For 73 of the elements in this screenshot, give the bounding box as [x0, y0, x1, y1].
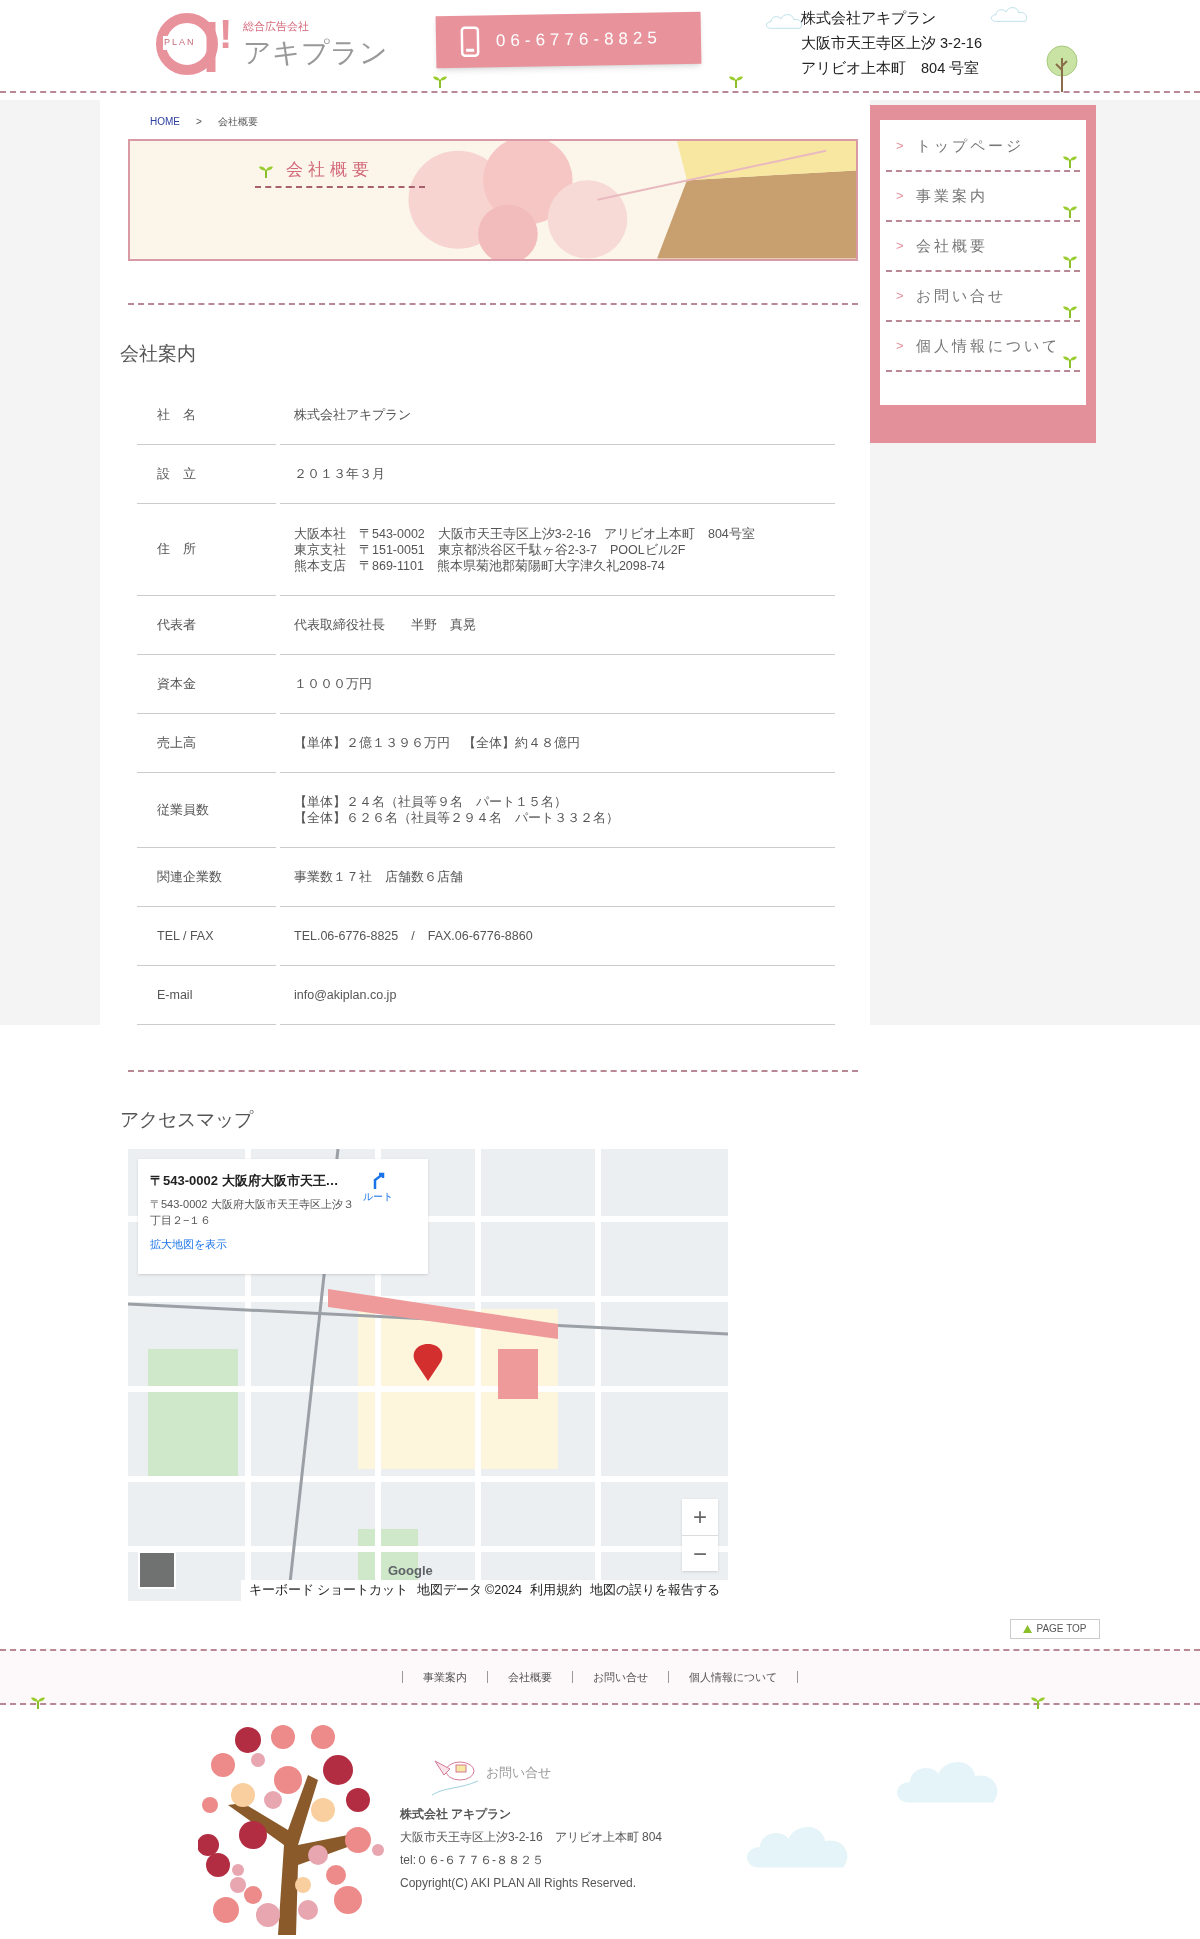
row-label: 従業員数 [157, 801, 209, 819]
row-label: 代表者 [157, 616, 196, 634]
sidebar-marker: > [896, 187, 904, 206]
map-card-address: 〒543-0002 大阪府大阪市天王寺区上汐３丁目２−１６ [150, 1197, 355, 1228]
page-top-button[interactable]: PAGE TOP [1010, 1618, 1100, 1639]
logo-exclaim: ! [219, 14, 233, 54]
row-label: 住 所 [157, 541, 196, 559]
sidebar-link[interactable]: 事業案内 [915, 184, 988, 208]
map-card-title: 〒543-0002 大阪府大阪市天王… [150, 1171, 340, 1190]
row-label: 資本金 [157, 675, 196, 693]
row-label: 社 名 [157, 406, 196, 424]
row-label: 売上高 [157, 734, 196, 752]
row-value: 熊本支店 〒869-1101 熊本県菊池郡菊陽町大字津久礼2098-74 [294, 557, 666, 574]
sidebar-link[interactable]: お問い合せ [915, 284, 1006, 308]
sidebar-marker: > [896, 337, 904, 356]
sidebar-link[interactable]: トップページ [915, 134, 1024, 158]
logo-name: アキプラン [243, 35, 388, 70]
triangle-up-icon [1023, 1624, 1033, 1633]
google-logo: Google [388, 1562, 433, 1580]
map-attribution-link[interactable]: 地図データ ©2024 [416, 1580, 522, 1600]
logo-tagline: 総合広告会社 [243, 19, 310, 35]
smartphone-icon [459, 25, 481, 58]
footer-nav-link[interactable]: 事業案内 [402, 1670, 488, 1683]
sidebar-link[interactable]: 会社概要 [915, 234, 988, 258]
map-attribution-link[interactable]: 利用規約 [530, 1580, 582, 1600]
header-address-line: アリビオ上本町 804 号室 [801, 58, 981, 78]
tree-icon [1045, 44, 1079, 92]
row-value: 【単体】２億１３９６万円 【全体】約４８億円 [294, 735, 581, 751]
cloud-icon [990, 4, 1030, 24]
row-label: 設 立 [157, 465, 196, 483]
footer-nav-link[interactable]: 会社概要 [488, 1670, 573, 1683]
sidebar-link[interactable]: 個人情報について [915, 334, 1060, 358]
route-link[interactable]: ルート [363, 1170, 393, 1262]
footer-nav-link[interactable]: お問い合せ [573, 1670, 669, 1683]
footer-address: 大阪市天王寺区上汐3-2-16 アリビオ上本町 804 [400, 1828, 663, 1846]
phone-number: 06-6776-8825 [495, 27, 663, 53]
header-address-line: 大阪市天王寺区上汐 3-2-16 [801, 33, 982, 53]
row-value: 大阪本社 〒543-0002 大阪市天王寺区上汐3-2-16 アリビオ上本町 804号室 [294, 525, 756, 542]
row-value: １０００万円 [294, 676, 373, 692]
sidebar-marker: > [896, 137, 904, 156]
row-value: 【全体】６２６名（社員等２９４名 パート３３２名） [294, 810, 620, 826]
row-value: 事業数１７社 店舗数６店舗 [294, 869, 464, 885]
footer-nav-link[interactable]: 個人情報について [669, 1670, 798, 1683]
row-label: E-mail [157, 986, 193, 1004]
section-heading: アクセスマップ [120, 1108, 255, 1132]
satellite-toggle[interactable] [138, 1550, 176, 1589]
breadcrumb-separator: > [196, 115, 202, 129]
larger-map-link[interactable]: 拡大地図を表示 [150, 1236, 355, 1253]
section-heading: 会社案内 [120, 341, 197, 366]
footer-tel: tel:０６-６７７６-８８２５ [400, 1851, 545, 1869]
row-value: info@akiplan.co.jp [294, 987, 398, 1003]
row-value: 東京支社 〒151-0051 東京都渋谷区千駄ヶ谷2-3-7 POOLビル2F [294, 541, 687, 558]
row-value: TEL.06-6776-8825 / FAX.06-6776-8860 [294, 928, 534, 944]
header-address-line: 株式会社アキプラン [801, 9, 937, 28]
row-value: 株式会社アキプラン [294, 407, 412, 423]
map[interactable]: 〒543-0002 大阪府大阪市天王… 〒543-0002 大阪府大阪市天王寺区上汐３丁目２−１６ 拡大地図を表示 ルート + − Google キーボード ショートカット 地図データ ©2024 利用規約 地図の誤りを報告する [128, 1148, 728, 1601]
sidebar-marker: > [896, 237, 904, 256]
row-value: 【単体】２４名（社員等９名 パート１５名） [294, 794, 568, 810]
zoom-in-button[interactable]: + [682, 1498, 718, 1535]
breadcrumb-current: 会社概要 [217, 115, 258, 129]
row-value: 代表取締役社長 半野 真晃 [294, 617, 477, 633]
breadcrumb-link[interactable]: HOME [150, 114, 180, 129]
footer-company-name: 株式会社 アキプラン [400, 1805, 513, 1823]
banner-title: 会社概要 [286, 159, 374, 181]
map-attribution-link[interactable]: キーボード ショートカット [249, 1580, 409, 1600]
sidebar-marker: > [896, 287, 904, 306]
copyright: Copyright(C) AKI PLAN All Rights Reserved. [400, 1874, 638, 1892]
logo-ring-icon [155, 12, 219, 76]
row-value: ２０１３年３月 [294, 466, 386, 482]
map-attribution-link[interactable]: 地図の誤りを報告する [590, 1580, 720, 1600]
row-label: TEL / FAX [157, 927, 214, 945]
row-label: 関連企業数 [157, 868, 222, 886]
zoom-out-button[interactable]: − [682, 1534, 718, 1571]
